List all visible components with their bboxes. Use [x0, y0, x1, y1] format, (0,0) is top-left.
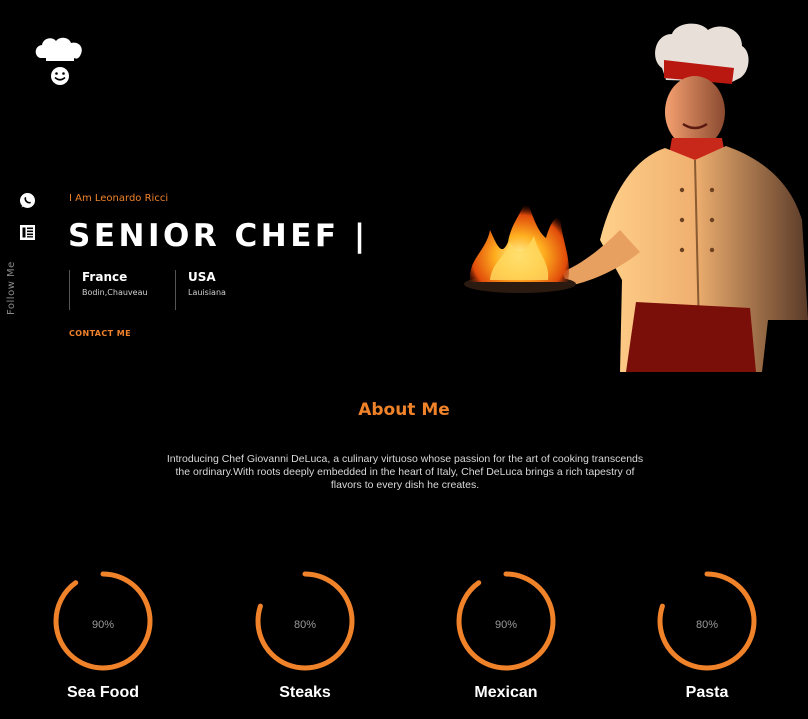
skill-percent: 90%: [494, 619, 518, 631]
chef-hat-logo-icon[interactable]: [34, 36, 86, 88]
chef-photo: [464, 23, 808, 372]
whatsapp-icon[interactable]: [19, 192, 36, 209]
skill-percent: 80%: [293, 619, 317, 631]
skill-name: Steaks: [279, 684, 331, 701]
about-text: Introducing Chef Giovanni DeLuca, a culi…: [166, 453, 644, 491]
skill-name: Mexican: [474, 684, 538, 701]
skill-percent: 80%: [695, 619, 719, 631]
skill-name: Sea Food: [66, 684, 139, 701]
location-france: France Bodin,Chauveau: [69, 270, 148, 310]
location-city: Bodin,Chauveau: [82, 288, 148, 297]
location-country: USA: [188, 270, 216, 284]
location-country: France: [82, 270, 128, 284]
about-title: About Me: [358, 400, 450, 420]
follow-me-label: Follow Me: [6, 261, 17, 315]
contact-me-link[interactable]: CONTACT ME: [69, 329, 131, 338]
location-city: Lauisiana: [188, 288, 226, 297]
hero-intro: I Am Leonardo Ricci: [69, 193, 169, 204]
news-icon[interactable]: [19, 224, 36, 241]
skill-percent: 90%: [91, 619, 115, 631]
hero-title: SENIOR CHEF |: [68, 218, 369, 254]
skill-name: Pasta: [685, 684, 729, 701]
location-usa: USA Lauisiana: [175, 270, 226, 310]
